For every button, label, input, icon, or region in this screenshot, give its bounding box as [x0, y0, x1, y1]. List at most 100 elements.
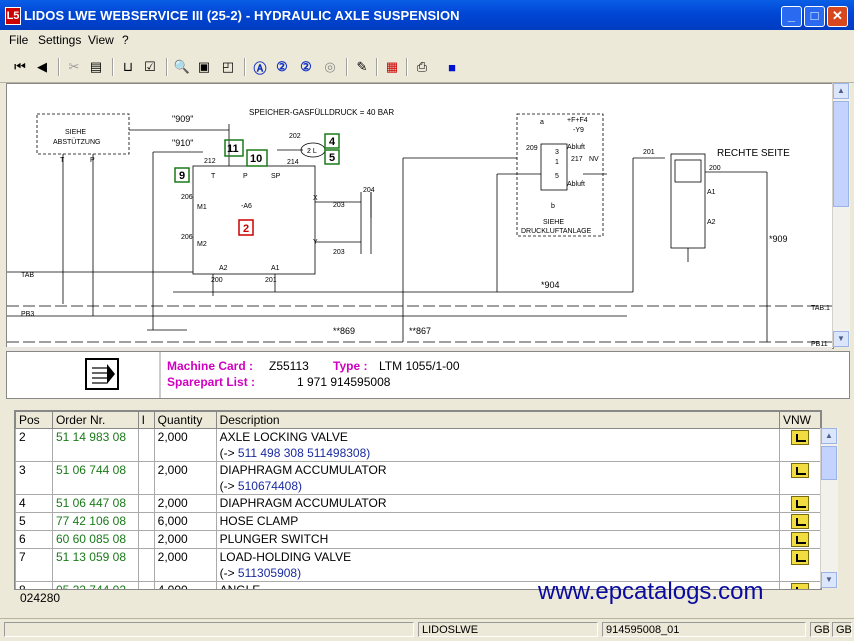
menu-help[interactable]: ?: [122, 33, 129, 47]
vnw-icon[interactable]: [791, 550, 809, 565]
close-button[interactable]: ✕: [827, 6, 848, 27]
table-scrollbar[interactable]: ▲ ▼: [820, 428, 838, 588]
square-icon[interactable]: ■: [442, 57, 462, 77]
svg-text:212: 212: [204, 158, 216, 165]
machine-card-label: Machine Card :: [167, 359, 253, 373]
col-vnw[interactable]: VNW: [780, 412, 821, 429]
table-row[interactable]: 451 06 447 082,000DIAPHRAGM ACCUMULATOR: [16, 495, 821, 513]
svg-text:4: 4: [329, 136, 336, 148]
svg-text:5: 5: [555, 173, 559, 180]
scroll-down-icon[interactable]: ▼: [833, 331, 849, 347]
cell-order[interactable]: 05 22 744 02: [52, 582, 138, 591]
cell-order[interactable]: 51 13 059 08: [52, 549, 138, 582]
cell-vnw[interactable]: [780, 582, 821, 591]
cell-pos: 2: [16, 429, 53, 462]
table-scroll-thumb[interactable]: [821, 446, 837, 480]
document-list-icon[interactable]: [85, 358, 119, 390]
col-quantity[interactable]: Quantity: [154, 412, 216, 429]
check-list-icon[interactable]: ☑: [140, 57, 160, 77]
vnw-icon[interactable]: [791, 463, 809, 478]
table-scroll-down-icon[interactable]: ▼: [821, 572, 837, 588]
cut-icon[interactable]: ✂: [64, 57, 84, 77]
svg-text:TAB: TAB: [21, 272, 34, 279]
circle-2-cursor-icon[interactable]: ②: [296, 57, 316, 77]
svg-text:A1: A1: [707, 189, 716, 196]
table-row[interactable]: 351 06 744 082,000DIAPHRAGM ACCUMULATOR(…: [16, 462, 821, 495]
col-description[interactable]: Description: [216, 412, 779, 429]
grid-icon[interactable]: ▦: [382, 57, 402, 77]
cell-vnw[interactable]: [780, 549, 821, 582]
cell-description: AXLE LOCKING VALVE(-> 511 498 308 511498…: [216, 429, 779, 462]
col-pos[interactable]: Pos: [16, 412, 53, 429]
diagram-scrollbar[interactable]: ▲ ▼: [832, 83, 850, 347]
circle-cursor-icon[interactable]: ◎: [320, 57, 340, 77]
hydraulic-diagram[interactable]: SPEICHER-GASFÜLLDRUCK = 40 BAR SIEHE ABS…: [6, 83, 834, 349]
edit-icon[interactable]: ✎: [352, 57, 372, 77]
app-icon: L5: [5, 7, 21, 25]
table-row[interactable]: 660 60 085 082,000PLUNGER SWITCH: [16, 531, 821, 549]
vnw-icon[interactable]: [791, 583, 809, 590]
cell-order[interactable]: 51 06 744 08: [52, 462, 138, 495]
ref-link[interactable]: 510674408): [238, 479, 302, 493]
status-lang1: GB: [810, 622, 830, 637]
tray-icon[interactable]: ⊔: [118, 57, 138, 77]
svg-text:TAB.1: TAB.1: [811, 305, 830, 312]
svg-text:214: 214: [287, 159, 299, 166]
cell-order[interactable]: 51 14 983 08: [52, 429, 138, 462]
cell-order[interactable]: 51 06 447 08: [52, 495, 138, 513]
table-scroll-up-icon[interactable]: ▲: [821, 428, 837, 444]
cell-order[interactable]: 77 42 106 08: [52, 513, 138, 531]
table-row[interactable]: 251 14 983 08 2,000AXLE LOCKING VALVE(-> …: [16, 429, 821, 462]
vnw-icon[interactable]: [791, 532, 809, 547]
cell-order[interactable]: 60 60 085 08: [52, 531, 138, 549]
ref-link[interactable]: 511305908): [238, 566, 301, 580]
svg-text:200: 200: [709, 165, 721, 172]
page-fit-icon[interactable]: ◰: [218, 57, 238, 77]
cell-vnw[interactable]: [780, 513, 821, 531]
first-icon[interactable]: ⏮: [10, 57, 30, 77]
minimize-button[interactable]: _: [781, 6, 802, 27]
book-icon[interactable]: ▤: [86, 57, 106, 77]
cell-quantity: 2,000: [154, 429, 216, 462]
cell-pos: 3: [16, 462, 53, 495]
scroll-thumb[interactable]: [833, 101, 849, 207]
svg-text:-A6: -A6: [241, 203, 252, 210]
circle-2-icon[interactable]: ②: [272, 57, 292, 77]
svg-text:A2: A2: [707, 219, 716, 226]
cell-pos: 4: [16, 495, 53, 513]
scroll-up-icon[interactable]: ▲: [833, 83, 849, 99]
svg-text:X: X: [313, 195, 318, 202]
menu-file[interactable]: File: [9, 33, 28, 47]
print-icon[interactable]: ⎙: [412, 57, 432, 77]
menu-view[interactable]: View: [88, 33, 114, 47]
page-icon[interactable]: ▣: [194, 57, 214, 77]
vnw-icon[interactable]: [791, 514, 809, 529]
svg-text:201: 201: [265, 277, 277, 284]
cell-description: DIAPHRAGM ACCUMULATOR: [216, 495, 779, 513]
svg-text:DRUCKLUFTANLAGE: DRUCKLUFTANLAGE: [521, 228, 592, 235]
prev-icon[interactable]: ◀: [32, 57, 52, 77]
table-row[interactable]: 577 42 106 086,000HOSE CLAMP: [16, 513, 821, 531]
cell-i: [138, 582, 154, 591]
circle-a-icon[interactable]: Ⓐ: [250, 57, 270, 77]
cell-vnw[interactable]: [780, 495, 821, 513]
svg-text:Y: Y: [313, 239, 318, 246]
cell-vnw[interactable]: [780, 531, 821, 549]
maximize-button[interactable]: □: [804, 6, 825, 27]
ref-link[interactable]: 511 498 308 511498308): [238, 446, 370, 460]
cell-vnw[interactable]: [780, 429, 821, 462]
col-i[interactable]: I: [138, 412, 154, 429]
zoom-icon[interactable]: 🔍: [172, 57, 192, 77]
col-order[interactable]: Order Nr.: [52, 412, 138, 429]
vnw-icon[interactable]: [791, 496, 809, 511]
cell-quantity: 2,000: [154, 549, 216, 582]
cell-i: [138, 429, 154, 462]
cell-quantity: 2,000: [154, 462, 216, 495]
vnw-icon[interactable]: [791, 430, 809, 445]
cell-vnw[interactable]: [780, 462, 821, 495]
svg-text:10: 10: [250, 153, 262, 165]
table-row[interactable]: 751 13 059 082,000LOAD-HOLDING VALVE(-> …: [16, 549, 821, 582]
svg-text:5: 5: [329, 152, 335, 164]
menu-settings[interactable]: Settings: [38, 33, 81, 47]
type-value: LTM 1055/1-00: [379, 359, 460, 373]
